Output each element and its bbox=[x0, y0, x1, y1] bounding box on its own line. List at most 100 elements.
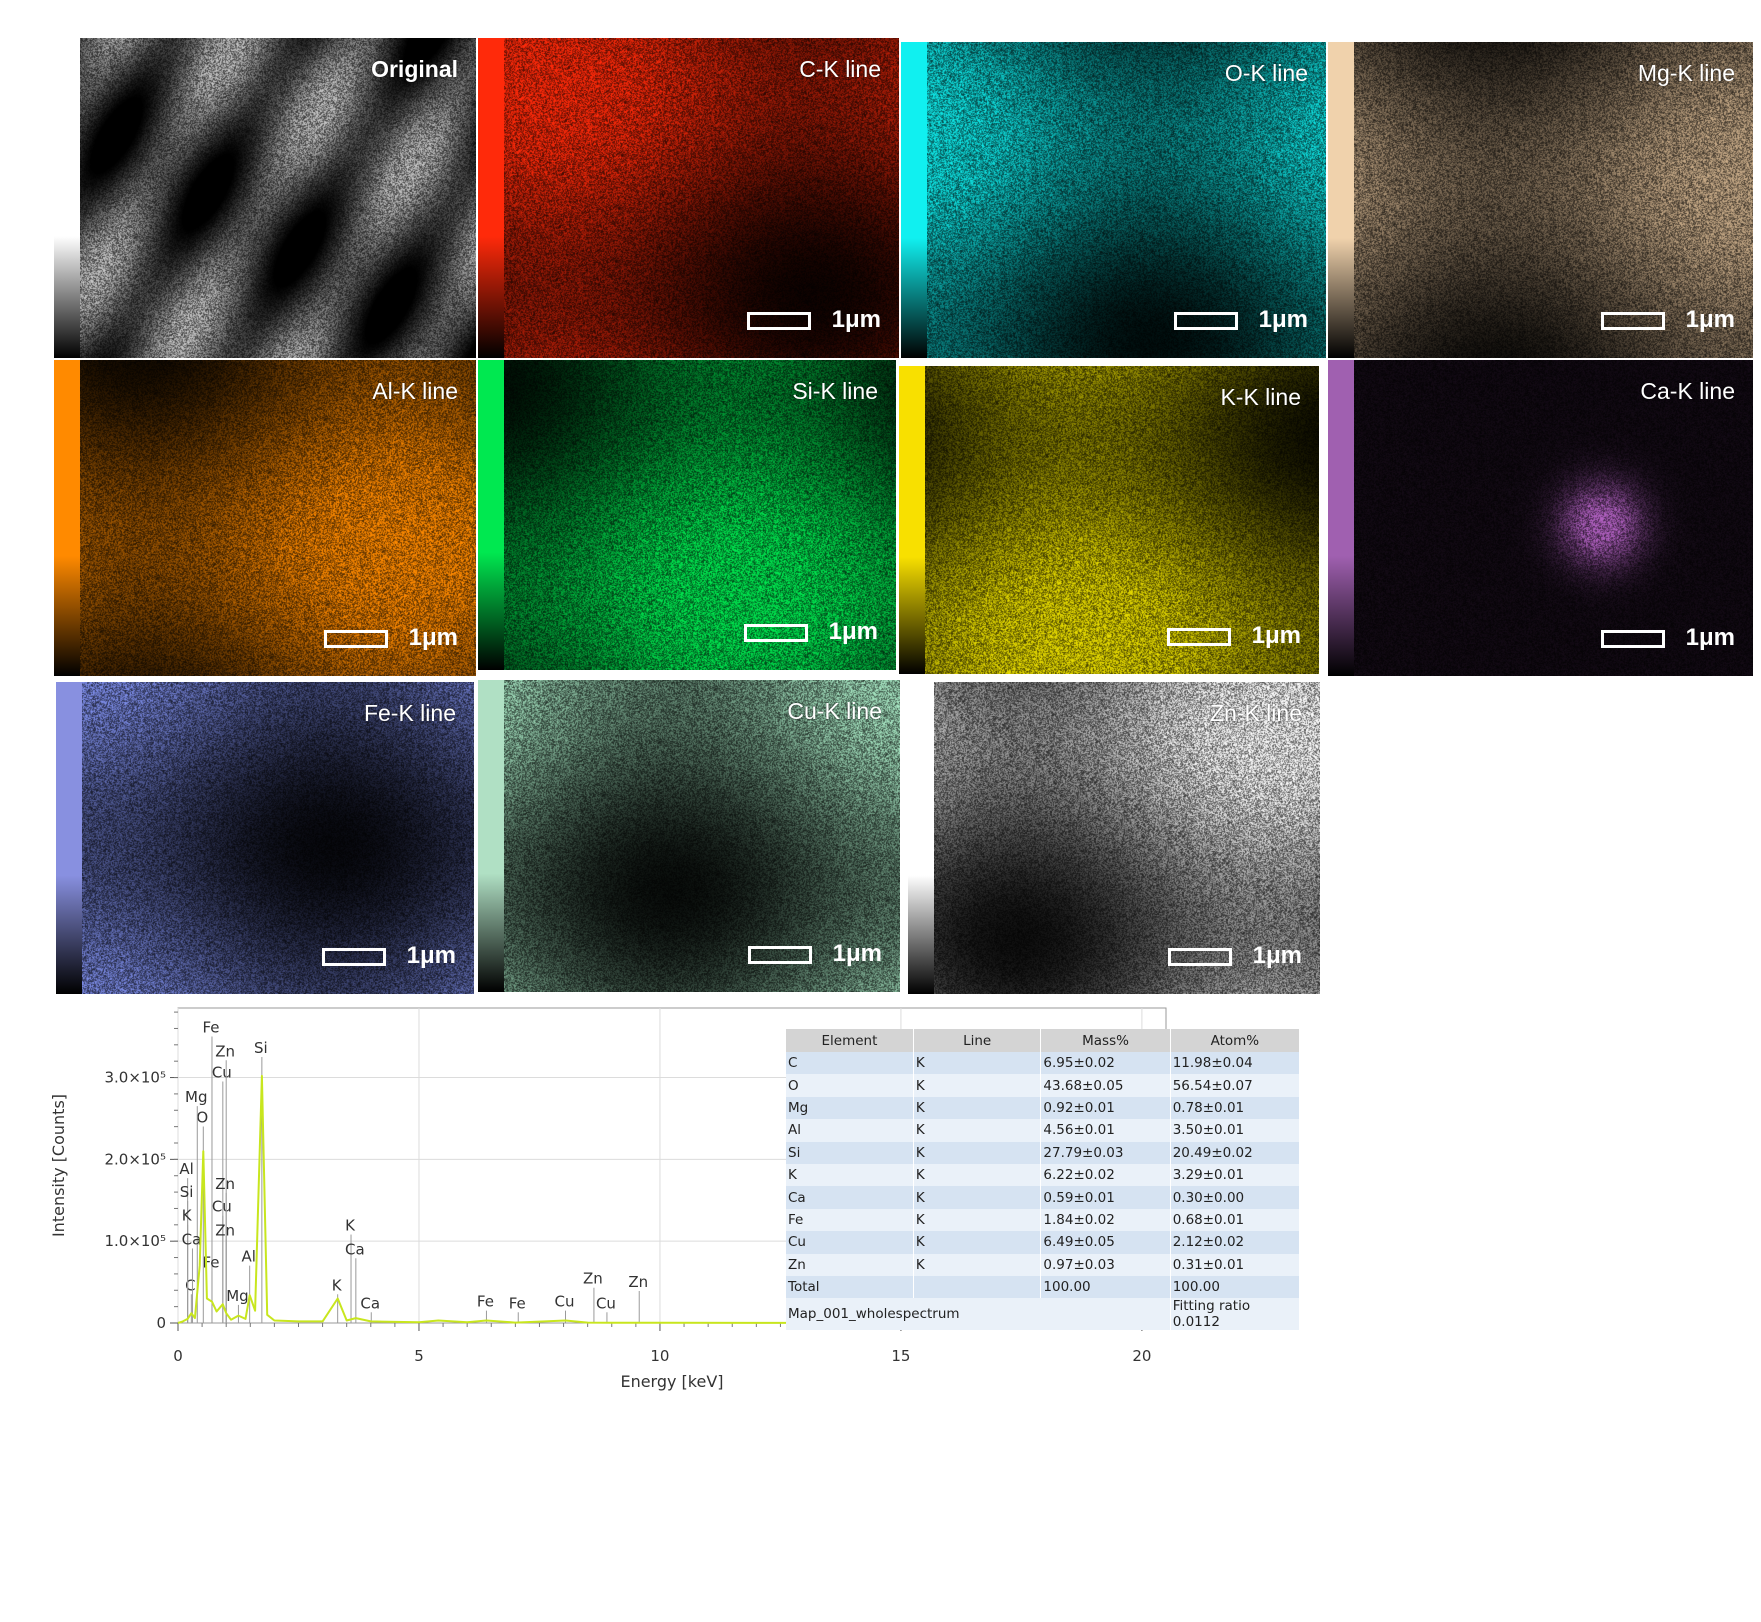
peak-label: C bbox=[185, 1276, 195, 1294]
table-cell: K bbox=[913, 1231, 1042, 1254]
table-cell: 4.56±0.01 bbox=[1040, 1119, 1171, 1142]
table-cell: Mg bbox=[786, 1096, 914, 1120]
color-scale-bar bbox=[1328, 42, 1354, 358]
table-cell: 0.59±0.01 bbox=[1040, 1186, 1171, 1209]
table-cell: K bbox=[913, 1141, 1042, 1164]
scale-bar bbox=[1174, 312, 1238, 330]
x-tick-label: 20 bbox=[1132, 1347, 1151, 1365]
peak-label: K bbox=[345, 1217, 356, 1235]
peak-label: Zn bbox=[215, 1221, 235, 1239]
table-row: Mg K 0.92±0.01 0.78±0.01 bbox=[786, 1096, 1301, 1120]
map-label: C-K line bbox=[799, 56, 881, 82]
peak-label: Cu bbox=[554, 1293, 574, 1311]
table-cell: 100.00 bbox=[1170, 1275, 1301, 1299]
map-c: C-K line 1μm bbox=[478, 38, 899, 358]
table-row: Cu K 6.49±0.05 2.12±0.02 bbox=[786, 1231, 1301, 1254]
table-cell: 0.68±0.01 bbox=[1170, 1208, 1301, 1232]
scale-bar bbox=[744, 624, 808, 642]
color-scale-bar bbox=[478, 38, 504, 358]
table-row: Fe K 1.84±0.02 0.68±0.01 bbox=[786, 1208, 1301, 1232]
map-original: Original bbox=[54, 38, 476, 358]
scale-label: 1μm bbox=[831, 306, 881, 333]
table-cell: Total bbox=[786, 1275, 914, 1299]
peak-label: O bbox=[196, 1109, 208, 1127]
x-tick-label: 10 bbox=[650, 1347, 669, 1365]
map-label: O-K line bbox=[1224, 60, 1308, 86]
y-tick-label: 2.0×10⁵ bbox=[104, 1150, 166, 1168]
table-footer-row: Map_001_wholespectrum Fitting ratio 0.011… bbox=[786, 1298, 1301, 1331]
map-label: Al-K line bbox=[372, 378, 458, 404]
table-cell: 3.29±0.01 bbox=[1170, 1163, 1301, 1187]
scale-bar bbox=[747, 312, 811, 330]
map-k: K-K line 1μm bbox=[899, 366, 1319, 674]
table-cell: O bbox=[786, 1074, 914, 1097]
y-tick-label: 3.0×10⁵ bbox=[104, 1069, 166, 1087]
sem-image bbox=[80, 38, 476, 358]
peak-label: Al bbox=[179, 1160, 193, 1178]
table-cell: 6.95±0.02 bbox=[1040, 1052, 1171, 1075]
table-cell: K bbox=[913, 1119, 1042, 1142]
peak-label: Si bbox=[254, 1039, 268, 1057]
map-label: Zn-K line bbox=[1209, 700, 1302, 726]
map-label: Cu-K line bbox=[787, 698, 882, 724]
map-o: O-K line 1μm bbox=[901, 42, 1326, 358]
scale-bar bbox=[748, 946, 812, 964]
peak-label: Zn bbox=[628, 1273, 648, 1291]
map-mg: Mg-K line 1μm bbox=[1328, 42, 1753, 358]
table-cell: 0.92±0.01 bbox=[1040, 1096, 1171, 1120]
x-tick-label: 5 bbox=[414, 1347, 424, 1365]
table-row: Zn K 0.97±0.03 0.31±0.01 bbox=[786, 1253, 1301, 1276]
map-ca: Ca-K line 1μm bbox=[1328, 360, 1753, 676]
table-cell: K bbox=[913, 1208, 1042, 1232]
column-header: Element bbox=[786, 1029, 914, 1052]
fitting-ratio: Fitting ratio 0.0112 bbox=[1170, 1298, 1301, 1331]
table-cell: 11.98±0.04 bbox=[1170, 1052, 1301, 1075]
color-scale-bar bbox=[478, 680, 504, 992]
map-label: Ca-K line bbox=[1640, 378, 1735, 404]
peak-label: Ca bbox=[360, 1294, 380, 1312]
table-cell: Cu bbox=[786, 1231, 914, 1254]
x-tick-label: 15 bbox=[891, 1347, 910, 1365]
scale-label: 1μm bbox=[1251, 622, 1301, 649]
scale-label: 1μm bbox=[828, 618, 878, 645]
scale-bar bbox=[322, 948, 386, 966]
table-row: Total 100.00 100.00 bbox=[786, 1275, 1301, 1299]
peak-label: Cu bbox=[596, 1294, 616, 1312]
column-header: Atom% bbox=[1170, 1029, 1301, 1052]
table-header-row: Element Line Mass% Atom% bbox=[786, 1029, 1301, 1052]
table-cell: 0.97±0.03 bbox=[1040, 1253, 1171, 1276]
peak-label: Mg bbox=[185, 1088, 207, 1106]
map-fe: Fe-K line 1μm bbox=[56, 682, 474, 994]
scale-bar bbox=[324, 630, 388, 648]
map-label: Si-K line bbox=[792, 378, 878, 404]
color-scale-bar bbox=[54, 38, 80, 358]
map-label: Mg-K line bbox=[1637, 60, 1735, 86]
table-row: C K 6.95±0.02 11.98±0.04 bbox=[786, 1052, 1301, 1075]
peak-label: Fe bbox=[202, 1019, 219, 1037]
peak-label: Zn bbox=[583, 1270, 603, 1288]
table-row: Ca K 0.59±0.01 0.30±0.00 bbox=[786, 1186, 1301, 1209]
table-cell: 1.84±0.02 bbox=[1040, 1208, 1171, 1232]
column-header: Mass% bbox=[1040, 1029, 1171, 1052]
color-scale-bar bbox=[901, 42, 927, 358]
table-cell bbox=[913, 1275, 1042, 1299]
color-scale-bar bbox=[908, 682, 934, 994]
scale-label: 1μm bbox=[1685, 306, 1735, 333]
map-si: Si-K line 1μm bbox=[478, 360, 896, 670]
table-cell: Zn bbox=[786, 1253, 914, 1276]
table-cell: K bbox=[913, 1163, 1042, 1187]
table-cell: C bbox=[786, 1052, 914, 1075]
table-cell: K bbox=[913, 1096, 1042, 1120]
scale-bar bbox=[1167, 628, 1231, 646]
table-cell: Al bbox=[786, 1119, 914, 1142]
table-cell: 0.31±0.01 bbox=[1170, 1253, 1301, 1276]
x-tick-label: 0 bbox=[173, 1347, 183, 1365]
peak-label: Cu bbox=[212, 1198, 232, 1216]
map-al: Al-K line 1μm bbox=[54, 360, 476, 676]
table-row: Si K 27.79±0.03 20.49±0.02 bbox=[786, 1141, 1301, 1164]
peak-label: Ca bbox=[182, 1230, 202, 1248]
table-cell: 6.22±0.02 bbox=[1040, 1163, 1171, 1187]
color-scale-bar bbox=[478, 360, 504, 670]
table-cell: K bbox=[913, 1052, 1042, 1075]
table-cell: K bbox=[913, 1074, 1042, 1097]
